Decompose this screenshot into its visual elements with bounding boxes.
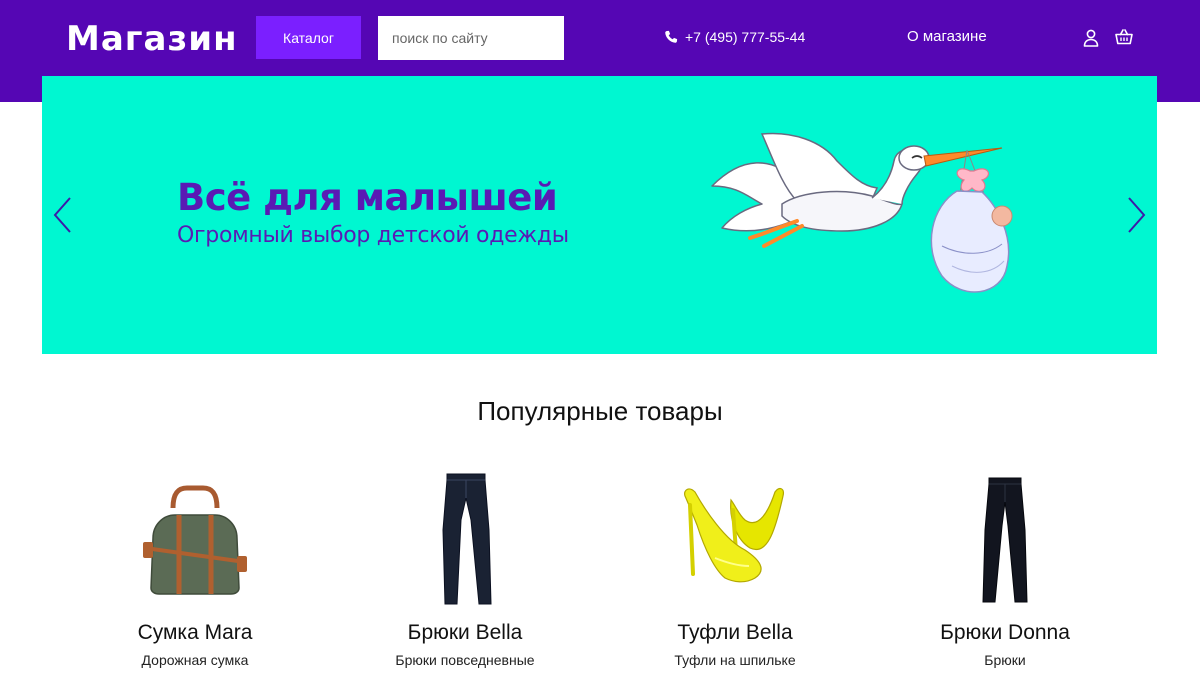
product-name: Сумка Mara bbox=[137, 621, 253, 644]
heels-image bbox=[684, 487, 784, 583]
user-icon[interactable] bbox=[1083, 29, 1099, 47]
product-desc: Брюки bbox=[984, 652, 1026, 668]
product-desc: Туфли на шпильке bbox=[674, 652, 796, 668]
catalog-button[interactable]: Каталог bbox=[256, 16, 361, 59]
site-logo[interactable]: Магазин bbox=[66, 14, 238, 64]
product-card[interactable]: Брюки Bella Брюки повседневные bbox=[345, 470, 585, 675]
product-card[interactable]: Туфли Bella Туфли на шпильке bbox=[615, 470, 855, 675]
banner-title: Всё для малышей bbox=[177, 176, 558, 219]
hero-banner[interactable]: Всё для малышей Огромный выбор детской о… bbox=[42, 76, 1157, 354]
trousers-image bbox=[982, 477, 1028, 603]
product-name: Брюки Bella bbox=[407, 621, 523, 644]
product-desc: Дорожная сумка bbox=[141, 652, 249, 668]
product-card[interactable]: Сумка Mara Дорожная сумка bbox=[75, 470, 315, 675]
about-link[interactable]: О магазине bbox=[907, 27, 987, 47]
phone-number: +7 (495) 777-55-44 bbox=[685, 29, 806, 45]
stork-illustration bbox=[711, 132, 1013, 293]
phone-icon bbox=[665, 30, 678, 43]
search-input[interactable] bbox=[378, 16, 564, 60]
product-card[interactable]: Брюки Donna Брюки bbox=[885, 470, 1125, 675]
product-name: Туфли Bella bbox=[677, 621, 793, 644]
jeans-image bbox=[442, 473, 492, 605]
product-name: Брюки Donna bbox=[940, 621, 1070, 644]
cart-icon[interactable] bbox=[1115, 29, 1133, 45]
chevron-left-icon[interactable] bbox=[50, 195, 76, 235]
bag-image bbox=[143, 485, 247, 595]
banner-subtitle: Огромный выбор детской одежды bbox=[177, 223, 569, 248]
phone-link[interactable]: +7 (495) 777-55-44 bbox=[664, 27, 805, 47]
chevron-right-icon[interactable] bbox=[1123, 195, 1149, 235]
product-desc: Брюки повседневные bbox=[395, 652, 535, 668]
section-title: Популярные товары bbox=[477, 396, 723, 426]
